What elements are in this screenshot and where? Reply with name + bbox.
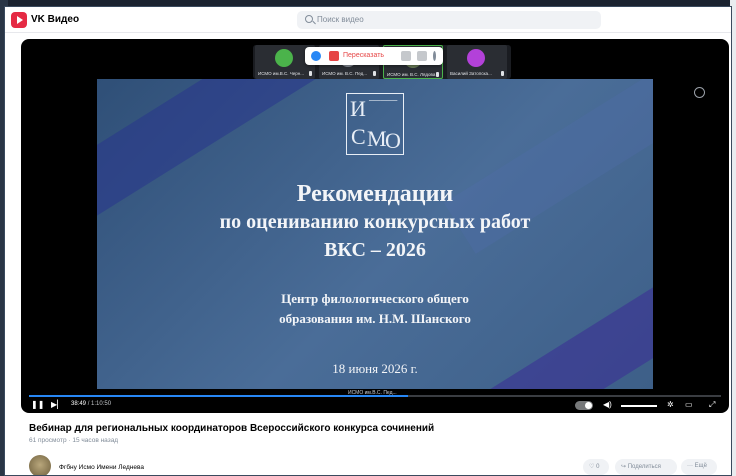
current-time: 38:49 xyxy=(71,401,87,407)
search-icon xyxy=(305,15,313,23)
slide-subtitle-line-2: образования им. Н.М. Шанского xyxy=(279,311,471,326)
participant-name: ИСМО им. В.С. Лядова xyxy=(387,72,436,77)
video-title: Вебинар для региональных координаторов В… xyxy=(29,423,435,434)
share-button[interactable]: ↪ Поделиться xyxy=(615,459,677,475)
top-bar: VK Видео Поиск видео xyxy=(5,7,731,33)
channel-avatar[interactable] xyxy=(29,455,51,475)
miniplayer-icon[interactable]: ▭ xyxy=(685,400,693,409)
vk-video-logo-icon[interactable] xyxy=(11,12,27,28)
slide-date: 18 июня 2026 г. xyxy=(332,361,418,376)
retell-icon[interactable] xyxy=(329,51,339,61)
user-avatar-icon xyxy=(467,49,485,67)
search-input[interactable]: Поиск видео xyxy=(297,11,601,29)
next-icon[interactable]: ▶▏ xyxy=(51,400,63,409)
share-icon: ↪ xyxy=(621,464,627,470)
pip-icon[interactable] xyxy=(417,51,427,61)
mic-icon xyxy=(501,71,504,76)
video-player[interactable]: И ───── С М О Рекомендации по оцениванию… xyxy=(21,39,729,413)
fullscreen-icon[interactable]: ⤢ xyxy=(709,400,715,410)
presentation-slide: И ───── С М О Рекомендации по оцениванию… xyxy=(97,79,653,389)
shield-icon[interactable] xyxy=(311,51,321,61)
duration: 1:10:50 xyxy=(91,401,112,407)
pause-icon[interactable]: ❚❚ xyxy=(31,400,44,409)
expand-icon[interactable] xyxy=(694,87,705,98)
user-avatar-icon xyxy=(275,49,293,67)
captions-icon[interactable] xyxy=(401,51,411,61)
search-placeholder: Поиск видео xyxy=(317,15,364,24)
participant-name: ИСМО им.В.С. Черн... xyxy=(258,71,305,76)
ai-retell-toolbar: Пересказать xyxy=(305,47,443,65)
volume-slider[interactable] xyxy=(621,405,657,407)
participant-name: ИСМО им. В.С. Пед... xyxy=(322,71,368,76)
settings-icon[interactable]: ✲ xyxy=(667,400,674,409)
more-button[interactable]: ··· Ещё xyxy=(681,459,717,475)
mic-icon xyxy=(309,71,312,76)
more-label: Ещё xyxy=(694,463,707,469)
participant-name: Василий Затопска... xyxy=(450,71,492,76)
mic-icon xyxy=(436,72,439,77)
video-meta: 61 просмотр · 15 часов назад xyxy=(29,437,119,444)
heart-icon: ♡ xyxy=(589,464,595,470)
autoplay-toggle[interactable] xyxy=(575,401,593,410)
retell-button[interactable]: Пересказать xyxy=(343,52,384,59)
share-label: Поделиться xyxy=(627,464,661,470)
ismo-logo: И ───── С М О xyxy=(346,93,404,155)
time-display: 38:49 / 1:10:50 xyxy=(71,401,112,407)
slide-title-line-2: по оцениванию конкурсных работ xyxy=(219,211,531,233)
slide-title-line-3: ВКС – 2026 xyxy=(324,239,426,261)
browser-window: VK Видео Поиск видео И ───── С М О Реком… xyxy=(4,6,732,476)
more-vertical-icon[interactable] xyxy=(433,51,436,61)
app-title[interactable]: VK Видео xyxy=(31,14,79,25)
like-count: 0 xyxy=(596,464,600,470)
volume-icon[interactable]: ◀) xyxy=(603,400,612,409)
player-controls: ❚❚ ▶▏ 38:49 / 1:10:50 ◀) ✲ ▭ ⤢ xyxy=(21,397,729,413)
channel-name[interactable]: Фгбну Исмо Имени Леднева xyxy=(59,464,144,471)
slide-title-line-1: Рекомендации xyxy=(296,181,454,207)
participant-tile[interactable]: Василий Затопска... xyxy=(447,45,507,79)
mic-icon xyxy=(373,71,376,76)
slide-subtitle-line-1: Центр филологического общего xyxy=(281,291,469,306)
like-button[interactable]: ♡ 0 xyxy=(583,459,609,475)
more-horizontal-icon: ··· xyxy=(687,463,693,469)
